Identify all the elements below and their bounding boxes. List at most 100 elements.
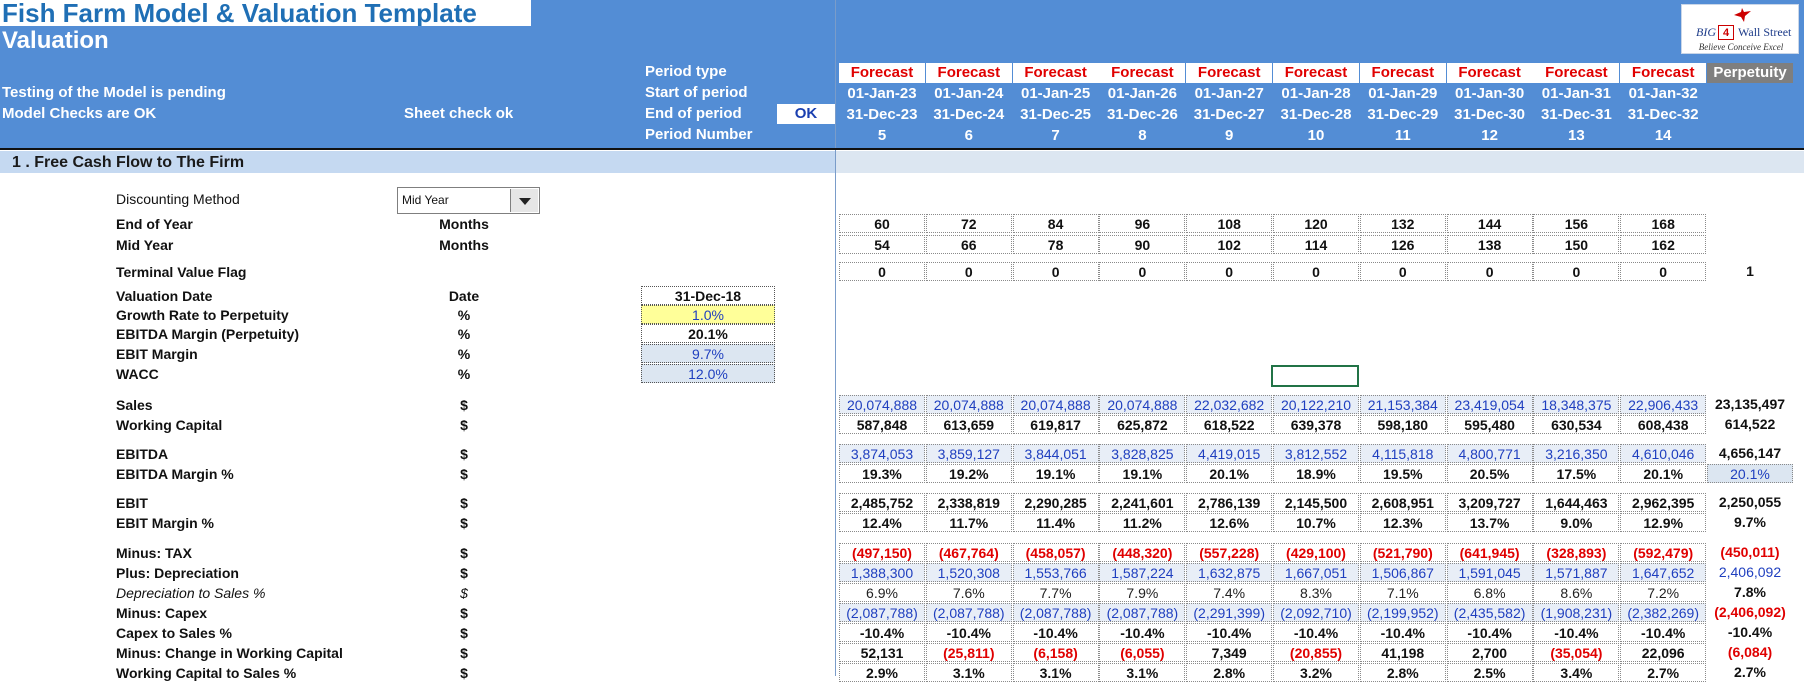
value-cell[interactable]: 10.7% [1273, 513, 1359, 532]
value-cell[interactable]: 0 [1359, 262, 1446, 281]
value-cell[interactable]: 0 [1446, 262, 1533, 281]
input-value-cell[interactable]: 20.1% [641, 324, 775, 343]
value-cell[interactable]: -10.4% [1620, 623, 1707, 642]
input-value-cell[interactable]: 1.0% [641, 305, 775, 324]
value-cell[interactable]: 0 [925, 262, 1012, 281]
value-cell[interactable]: (557,228) [1186, 543, 1273, 562]
period-start-cell[interactable]: 01-Jan-28 [1273, 83, 1359, 104]
value-cell[interactable]: 96 [1099, 214, 1186, 233]
value-cell[interactable]: (6,055) [1099, 643, 1186, 662]
value-cell[interactable]: (467,764) [925, 543, 1012, 562]
value-cell[interactable]: (2,435,582) [1446, 603, 1533, 622]
period-type-cell[interactable]: Perpetuity [1707, 63, 1793, 83]
value-cell[interactable]: (2,199,952) [1359, 603, 1446, 622]
value-cell[interactable]: 2,786,139 [1186, 493, 1273, 512]
period-num-cell[interactable]: 13 [1533, 125, 1619, 146]
value-cell[interactable]: 2.7% [1620, 663, 1707, 682]
value-cell[interactable]: 41,198 [1359, 643, 1446, 662]
value-cell[interactable]: 7.1% [1359, 583, 1446, 602]
period-type-cell[interactable]: Forecast [1099, 63, 1186, 83]
value-cell[interactable]: -10.4% [1533, 623, 1620, 642]
value-cell[interactable]: 12.6% [1186, 513, 1273, 532]
value-cell[interactable]: 7.6% [925, 583, 1012, 602]
value-cell[interactable]: (2,406,092) [1707, 603, 1793, 622]
value-cell[interactable]: 20,074,888 [1099, 395, 1186, 414]
dropdown-arrow-icon[interactable] [510, 189, 538, 212]
value-cell[interactable]: 2.8% [1359, 663, 1446, 682]
period-num-cell[interactable]: 9 [1186, 125, 1272, 146]
value-cell[interactable]: (450,011) [1707, 543, 1793, 562]
value-cell[interactable]: 52,131 [839, 643, 925, 662]
value-cell[interactable]: 0 [1012, 262, 1099, 281]
input-value-cell[interactable]: 9.7% [641, 344, 775, 363]
value-cell[interactable]: (2,092,710) [1273, 603, 1359, 622]
value-cell[interactable]: 54 [839, 235, 925, 254]
value-cell[interactable]: 11.7% [925, 513, 1012, 532]
value-cell[interactable]: -10.4% [1099, 623, 1186, 642]
value-cell[interactable]: 3,812,552 [1273, 444, 1359, 463]
value-cell[interactable]: -10.4% [1012, 623, 1099, 642]
value-cell[interactable]: 2,241,601 [1099, 493, 1186, 512]
value-cell[interactable]: 4,115,818 [1359, 444, 1446, 463]
period-num-cell[interactable]: 12 [1447, 125, 1533, 146]
value-cell[interactable]: 19.1% [1099, 464, 1186, 483]
value-cell[interactable]: 0 [1620, 262, 1707, 281]
value-cell[interactable]: 20,074,888 [925, 395, 1012, 414]
value-cell[interactable]: 2.7% [1707, 663, 1793, 682]
value-cell[interactable]: 614,522 [1707, 415, 1793, 434]
value-cell[interactable]: 20,122,210 [1273, 395, 1359, 414]
period-end-cell[interactable]: 31-Dec-25 [1013, 104, 1099, 125]
period-start-cell[interactable]: 01-Jan-23 [839, 83, 925, 104]
value-cell[interactable]: (592,479) [1620, 543, 1707, 562]
value-cell[interactable]: -10.4% [1273, 623, 1359, 642]
value-cell[interactable]: 1,506,867 [1359, 563, 1446, 582]
value-cell[interactable]: 21,153,384 [1359, 395, 1446, 414]
value-cell[interactable]: 630,534 [1533, 415, 1620, 434]
period-num-cell[interactable]: 5 [839, 125, 925, 146]
period-start-cell[interactable]: 01-Jan-32 [1620, 83, 1706, 104]
period-num-cell[interactable]: 6 [926, 125, 1012, 146]
value-cell[interactable]: 108 [1186, 214, 1273, 233]
period-start-cell[interactable]: 01-Jan-29 [1360, 83, 1446, 104]
period-start-cell[interactable]: 01-Jan-30 [1447, 83, 1533, 104]
value-cell[interactable]: 102 [1186, 235, 1273, 254]
value-cell[interactable]: 1,632,875 [1186, 563, 1273, 582]
value-cell[interactable]: 613,659 [925, 415, 1012, 434]
value-cell[interactable]: (521,790) [1359, 543, 1446, 562]
value-cell[interactable]: 3,844,051 [1012, 444, 1099, 463]
value-cell[interactable]: (35,054) [1533, 643, 1620, 662]
value-cell[interactable]: 595,480 [1446, 415, 1533, 434]
value-cell[interactable]: 3.1% [925, 663, 1012, 682]
value-cell[interactable]: 78 [1012, 235, 1099, 254]
value-cell[interactable]: 639,378 [1273, 415, 1359, 434]
value-cell[interactable]: (448,320) [1099, 543, 1186, 562]
value-cell[interactable]: 0 [1186, 262, 1273, 281]
value-cell[interactable]: 2.5% [1446, 663, 1533, 682]
value-cell[interactable]: 7.7% [1012, 583, 1099, 602]
value-cell[interactable]: (2,291,399) [1186, 603, 1273, 622]
value-cell[interactable]: 1,520,308 [925, 563, 1012, 582]
value-cell[interactable]: (2,087,788) [925, 603, 1012, 622]
value-cell[interactable]: 4,800,771 [1446, 444, 1533, 463]
value-cell[interactable]: 17.5% [1533, 464, 1620, 483]
value-cell[interactable]: 1,571,887 [1533, 563, 1620, 582]
value-cell[interactable]: 60 [839, 214, 925, 233]
value-cell[interactable]: -10.4% [1446, 623, 1533, 642]
period-end-cell[interactable]: 31-Dec-24 [926, 104, 1012, 125]
period-end-cell[interactable]: 31-Dec-28 [1273, 104, 1359, 125]
value-cell[interactable]: 4,419,015 [1186, 444, 1273, 463]
period-type-cell[interactable]: Forecast [1012, 63, 1099, 83]
value-cell[interactable]: 72 [925, 214, 1012, 233]
value-cell[interactable]: 144 [1446, 214, 1533, 233]
value-cell[interactable]: 12.4% [839, 513, 925, 532]
value-cell[interactable]: 12.3% [1359, 513, 1446, 532]
period-start-cell[interactable]: 01-Jan-27 [1186, 83, 1272, 104]
period-type-cell[interactable]: Forecast [925, 63, 1012, 83]
value-cell[interactable]: (1,908,231) [1533, 603, 1620, 622]
value-cell[interactable]: (6,158) [1012, 643, 1099, 662]
value-cell[interactable]: 625,872 [1099, 415, 1186, 434]
value-cell[interactable]: 3,828,825 [1099, 444, 1186, 463]
value-cell[interactable]: (328,893) [1533, 543, 1620, 562]
period-type-cell[interactable]: Forecast [839, 63, 925, 83]
value-cell[interactable]: 0 [1099, 262, 1186, 281]
